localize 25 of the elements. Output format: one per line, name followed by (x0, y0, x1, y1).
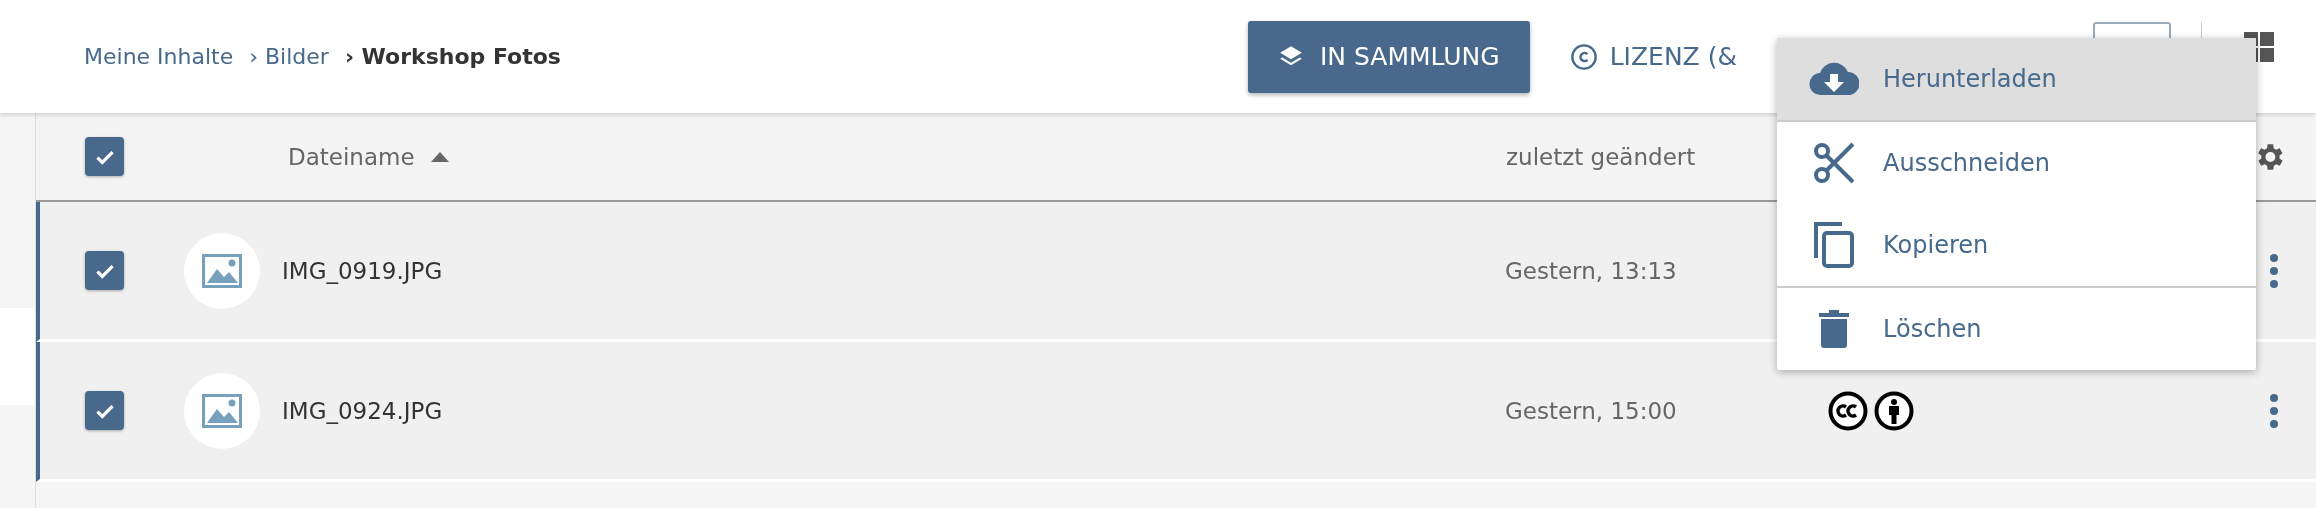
breadcrumb-link[interactable]: Meine Inhalte (84, 44, 234, 69)
copyright-icon (1569, 42, 1598, 71)
menu-item[interactable]: Herunterladen (1777, 38, 2256, 120)
more-options-icon[interactable] (2269, 252, 2279, 289)
row-checkbox[interactable] (85, 391, 124, 430)
creative-commons-icon (1828, 390, 1868, 431)
file-row[interactable]: IMG_0924.JPG Gestern, 15:00 (36, 342, 2316, 482)
menu-item[interactable]: Löschen (1777, 286, 2256, 370)
more-options-icon[interactable] (2269, 392, 2279, 429)
row-checkbox[interactable] (85, 251, 124, 290)
select-all-checkbox[interactable] (85, 137, 124, 176)
breadcrumb-link[interactable]: › Bilder (249, 44, 329, 69)
file-name: IMG_0919.JPG (282, 257, 444, 284)
modified-date: Gestern, 13:13 (1505, 257, 1678, 284)
column-header[interactable]: zuletzt geändert (1506, 143, 1696, 170)
collection-button[interactable]: IN SAMMLUNG (1248, 20, 1530, 93)
cloud-download-icon (1809, 62, 1859, 96)
menu-item[interactable]: Kopieren (1777, 204, 2256, 286)
breadcrumb-link[interactable]: › Workshop Fotos (344, 44, 561, 69)
modified-date: Gestern, 15:00 (1505, 397, 1678, 424)
license-button[interactable]: LIZENZ (& (1569, 42, 1737, 71)
menu-item[interactable]: Ausschneiden (1777, 120, 2256, 204)
attribution-icon (1874, 390, 1914, 431)
file-name: IMG_0924.JPG (282, 397, 444, 424)
column-header[interactable]: Dateiname (288, 143, 415, 170)
